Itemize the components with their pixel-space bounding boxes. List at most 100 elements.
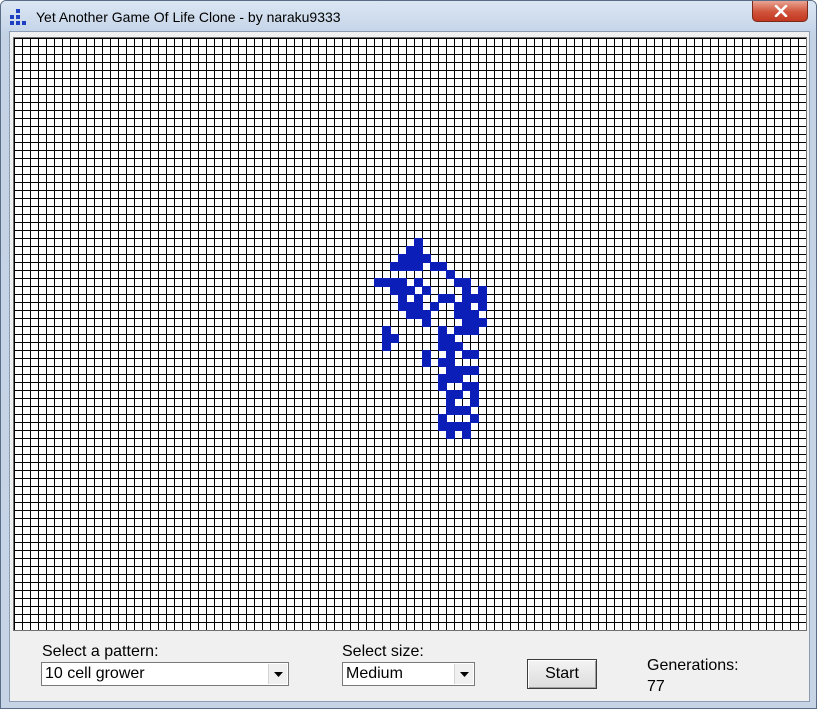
live-cell[interactable]	[462, 430, 471, 439]
live-cell[interactable]	[438, 326, 447, 335]
live-cell[interactable]	[470, 366, 479, 375]
live-cell[interactable]	[446, 430, 455, 439]
live-cell[interactable]	[446, 342, 455, 351]
live-cell[interactable]	[462, 318, 471, 327]
live-cell[interactable]	[406, 286, 415, 295]
live-cell[interactable]	[470, 350, 479, 359]
live-cell[interactable]	[478, 318, 487, 327]
live-cell[interactable]	[446, 350, 455, 359]
live-cell[interactable]	[382, 278, 391, 287]
live-cell[interactable]	[382, 334, 391, 343]
live-cell[interactable]	[414, 238, 423, 247]
live-cell[interactable]	[374, 278, 383, 287]
live-cell[interactable]	[414, 262, 423, 271]
live-cell[interactable]	[438, 382, 447, 391]
pattern-dropdown-button[interactable]	[268, 664, 287, 684]
live-cell[interactable]	[438, 422, 447, 431]
live-cell[interactable]	[454, 326, 463, 335]
live-cell[interactable]	[462, 326, 471, 335]
live-cell[interactable]	[446, 294, 455, 303]
live-cell[interactable]	[454, 302, 463, 311]
live-cell[interactable]	[438, 342, 447, 351]
live-cell[interactable]	[454, 374, 463, 383]
live-cell[interactable]	[390, 262, 399, 271]
live-cell[interactable]	[462, 406, 471, 415]
live-cell[interactable]	[422, 318, 431, 327]
live-cell[interactable]	[478, 294, 487, 303]
start-button[interactable]: Start	[527, 659, 597, 689]
live-cell[interactable]	[462, 310, 471, 319]
live-cell[interactable]	[398, 254, 407, 263]
live-cell[interactable]	[470, 390, 479, 399]
live-cell[interactable]	[438, 334, 447, 343]
live-cell[interactable]	[446, 422, 455, 431]
live-cell[interactable]	[398, 286, 407, 295]
live-cell[interactable]	[430, 262, 439, 271]
live-cell[interactable]	[438, 294, 447, 303]
live-cell[interactable]	[438, 374, 447, 383]
live-cell[interactable]	[438, 358, 447, 367]
live-cell[interactable]	[462, 302, 471, 311]
live-cell[interactable]	[414, 278, 423, 287]
live-cell[interactable]	[438, 414, 447, 423]
live-cell[interactable]	[470, 414, 479, 423]
live-cell[interactable]	[406, 246, 415, 255]
live-cell[interactable]	[406, 254, 415, 263]
live-cell[interactable]	[446, 406, 455, 415]
live-cell[interactable]	[446, 366, 455, 375]
live-cell[interactable]	[470, 294, 479, 303]
live-cell[interactable]	[422, 310, 431, 319]
live-cell[interactable]	[454, 278, 463, 287]
live-cell[interactable]	[398, 294, 407, 303]
size-select[interactable]: Medium	[342, 662, 475, 686]
live-cell[interactable]	[422, 254, 431, 263]
live-cell[interactable]	[382, 342, 391, 351]
live-cell[interactable]	[470, 326, 479, 335]
live-cell[interactable]	[398, 278, 407, 287]
live-cell[interactable]	[390, 286, 399, 295]
live-cell[interactable]	[414, 294, 423, 303]
live-cell[interactable]	[414, 310, 423, 319]
life-board[interactable]	[13, 37, 807, 631]
live-cell[interactable]	[390, 278, 399, 287]
live-cell[interactable]	[406, 262, 415, 271]
live-cell[interactable]	[470, 382, 479, 391]
live-cell[interactable]	[462, 294, 471, 303]
live-cell[interactable]	[422, 350, 431, 359]
close-button[interactable]	[752, 1, 808, 22]
live-cell[interactable]	[454, 390, 463, 399]
pattern-select[interactable]: 10 cell grower	[41, 662, 289, 686]
live-cell[interactable]	[470, 318, 479, 327]
live-cell[interactable]	[382, 326, 391, 335]
live-cell[interactable]	[390, 334, 399, 343]
live-cell[interactable]	[414, 254, 423, 263]
live-cell[interactable]	[438, 262, 447, 271]
title-bar[interactable]: Yet Another Game Of Life Clone - by nara…	[1, 1, 816, 33]
live-cell[interactable]	[430, 302, 439, 311]
live-cell[interactable]	[478, 286, 487, 295]
live-cell[interactable]	[422, 358, 431, 367]
live-cell[interactable]	[470, 310, 479, 319]
live-cell[interactable]	[454, 342, 463, 351]
live-cell[interactable]	[446, 334, 455, 343]
live-cell[interactable]	[470, 398, 479, 407]
live-cell[interactable]	[414, 246, 423, 255]
live-cell[interactable]	[446, 390, 455, 399]
live-cell[interactable]	[462, 286, 471, 295]
live-cell[interactable]	[446, 374, 455, 383]
live-cell[interactable]	[398, 302, 407, 311]
live-cell[interactable]	[454, 406, 463, 415]
live-cell[interactable]	[446, 398, 455, 407]
cell-grid[interactable]	[14, 38, 806, 630]
live-cell[interactable]	[462, 382, 471, 391]
live-cell[interactable]	[462, 350, 471, 359]
live-cell[interactable]	[462, 422, 471, 431]
live-cell[interactable]	[446, 358, 455, 367]
live-cell[interactable]	[422, 286, 431, 295]
live-cell[interactable]	[462, 366, 471, 375]
live-cell[interactable]	[454, 366, 463, 375]
live-cell[interactable]	[478, 302, 487, 311]
live-cell[interactable]	[454, 310, 463, 319]
live-cell[interactable]	[406, 302, 415, 311]
live-cell[interactable]	[406, 310, 415, 319]
